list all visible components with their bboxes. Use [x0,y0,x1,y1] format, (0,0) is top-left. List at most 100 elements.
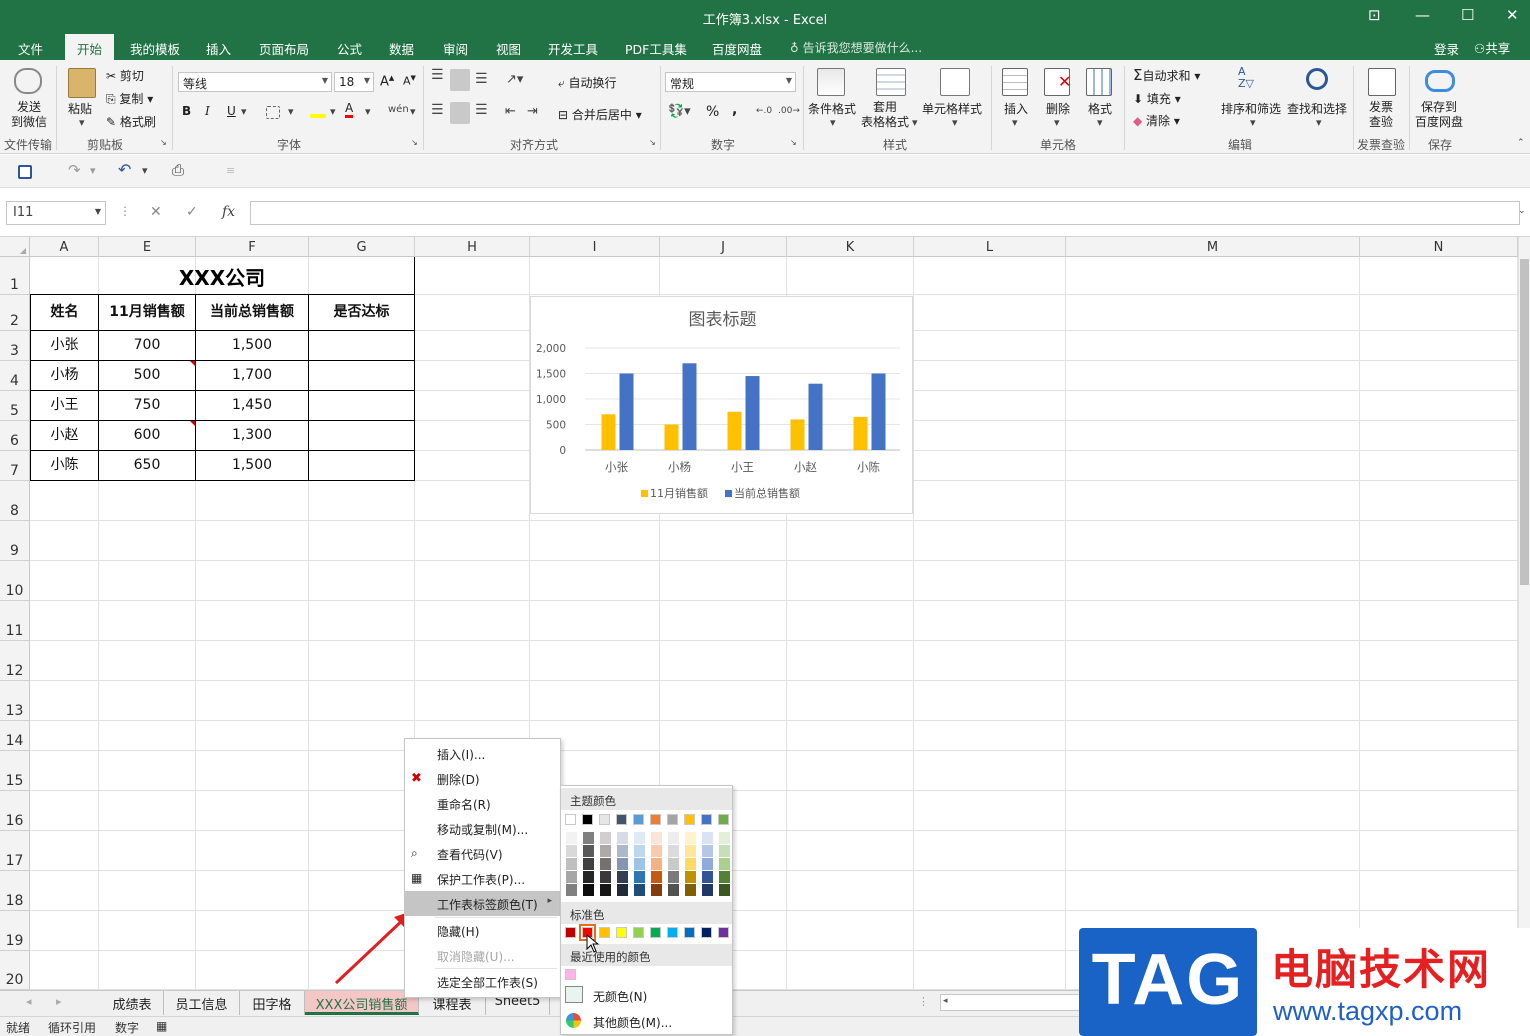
theme-shade-swatch[interactable] [651,884,662,896]
collapse-ribbon-icon[interactable]: ⌃ [1517,138,1525,148]
row-header[interactable]: 20 [0,951,30,990]
row-header[interactable]: 11 [0,601,30,641]
theme-shade-swatch[interactable] [600,845,611,857]
theme-color-swatch[interactable] [599,814,610,825]
table-cell[interactable]: 650 [99,451,196,481]
table-header-cell[interactable]: 11月销售额 [99,295,196,331]
tab-home[interactable]: 开始 [65,34,115,60]
table-header-cell[interactable]: 姓名 [30,295,99,331]
theme-shade-swatch[interactable] [668,871,679,883]
ribbon-display-icon[interactable]: ⊡ [1368,6,1381,24]
tab-data[interactable]: 数据 [389,39,414,58]
fill-color-icon[interactable] [310,106,326,118]
theme-shade-swatch[interactable] [685,858,696,870]
table-cell[interactable]: 1,300 [196,421,309,451]
invoice-check-button[interactable]: 发票 查验 [1369,100,1393,130]
insert-cells-button[interactable]: 插入 [1004,100,1028,117]
theme-shade-swatch[interactable] [685,832,696,844]
row-header[interactable]: 2 [0,295,30,331]
number-launcher-icon[interactable]: ↘ [790,138,797,147]
table-cell[interactable] [309,391,415,421]
delete-cells-button[interactable]: 删除 [1046,100,1070,117]
tab-templates[interactable]: 我的模板 [130,39,180,58]
theme-color-swatch[interactable] [650,814,661,825]
column-header[interactable]: I [530,237,660,257]
theme-shade-swatch[interactable] [719,858,730,870]
theme-shade-swatch[interactable] [617,884,628,896]
context-menu-item[interactable]: 选定全部工作表(S) [405,969,560,994]
standard-color-swatch[interactable] [599,927,610,938]
row-header[interactable]: 3 [0,331,30,361]
align-top-icon[interactable]: ☰ [431,68,444,82]
maximize-button[interactable]: ☐ [1461,6,1474,24]
font-color-dropdown-icon[interactable]: ▾ [365,105,371,118]
insert-function-button[interactable]: fx [222,204,235,220]
number-format-select[interactable]: 常规 ▼ [665,72,796,92]
worksheet-grid[interactable]: ◢ A E F G H I J K L M N 1 2 3 4 5 6 7 8 9 10 11 12 1… [0,237,1530,990]
row-header[interactable]: 7 [0,451,30,481]
comment-indicator-icon[interactable] [190,421,195,426]
tab-split-handle[interactable]: ⋮ [918,995,929,1008]
row-header[interactable]: 19 [0,911,30,951]
login-link[interactable]: 登录 [1434,39,1459,58]
theme-shade-swatch[interactable] [600,884,611,896]
sheet-tab[interactable]: 员工信息 [164,991,240,1015]
save-icon[interactable] [18,165,32,179]
row-header[interactable]: 17 [0,831,30,871]
standard-color-swatch[interactable] [650,927,661,938]
grow-font-icon[interactable]: A▲ [380,74,394,89]
table-format-dropdown-icon[interactable]: ▾ [912,116,918,129]
italic-button[interactable]: I [205,104,210,118]
theme-shade-swatch[interactable] [566,871,577,883]
cancel-formula-icon[interactable]: ✕ [150,204,162,220]
row-header[interactable]: 8 [0,481,30,521]
phonetic-icon[interactable]: wén [388,104,409,115]
table-header-cell[interactable]: 当前总销售额 [196,295,309,331]
undo-icon[interactable]: ↶ [118,160,131,179]
scrollbar-thumb[interactable] [1520,259,1529,585]
theme-shade-swatch[interactable] [685,845,696,857]
theme-shade-swatch[interactable] [702,884,713,896]
cut-button[interactable]: ✂ 剪切 [106,67,144,84]
sheet-tab[interactable]: 田字格 [240,991,305,1015]
theme-shade-swatch[interactable] [668,832,679,844]
row-header[interactable]: 13 [0,681,30,721]
theme-shade-swatch[interactable] [634,858,645,870]
row-header[interactable]: 6 [0,421,30,451]
row-header[interactable]: 9 [0,521,30,561]
next-sheet-icon[interactable]: ▸ [56,995,62,1008]
standard-color-swatch[interactable] [667,927,678,938]
theme-shade-swatch[interactable] [651,832,662,844]
table-format-button[interactable]: 套用 表格格式 [861,100,909,130]
theme-shade-swatch[interactable] [583,845,594,857]
insert-dropdown-icon[interactable]: ▾ [1012,116,1018,129]
tab-baidu-netdisk[interactable]: 百度网盘 [712,39,762,58]
comma-button[interactable]: , [732,102,737,118]
font-name-select[interactable]: 等线 ▼ [178,72,332,92]
tab-formulas[interactable]: 公式 [337,39,362,58]
table-cell[interactable]: 1,500 [196,451,309,481]
context-menu-item[interactable]: ✖ 删除(D) [405,766,560,791]
table-cell[interactable]: 小王 [30,391,99,421]
conditional-format-button[interactable]: 条件格式 [808,100,856,117]
column-header[interactable]: M [1066,237,1360,257]
macro-record-icon[interactable]: ▦ [156,1019,167,1033]
theme-shade-swatch[interactable] [719,832,730,844]
sheet-tab[interactable]: XXX公司销售额 [305,991,419,1015]
minimize-button[interactable]: — [1415,6,1430,24]
column-header[interactable]: G [309,237,415,257]
standard-color-swatch[interactable] [701,927,712,938]
theme-shade-swatch[interactable] [600,871,611,883]
context-menu-item[interactable]: ⌕ 查看代码(V) [405,841,560,866]
table-title[interactable]: XXX公司 [30,257,415,295]
paste-button[interactable]: 粘贴 [68,100,92,117]
theme-shade-swatch[interactable] [634,832,645,844]
theme-shade-swatch[interactable] [566,845,577,857]
print-preview-icon[interactable]: ⎙ [172,161,184,179]
align-bottom-icon[interactable]: ☰ [475,72,488,86]
share-button[interactable]: ⚇共享 [1474,38,1510,57]
vertical-scrollbar[interactable] [1518,237,1530,990]
name-box[interactable]: I11 ▼ [6,201,106,225]
theme-shade-swatch[interactable] [583,858,594,870]
table-cell[interactable]: 700 [99,331,196,361]
